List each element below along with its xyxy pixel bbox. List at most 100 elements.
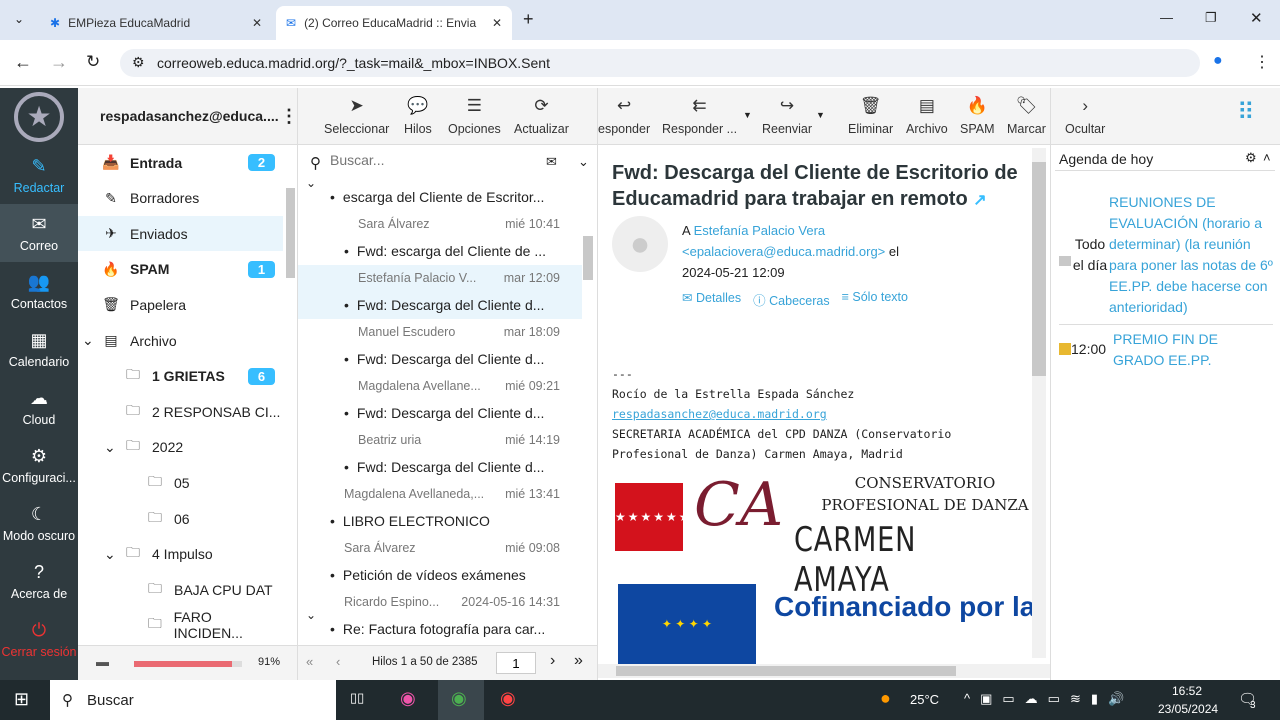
folder-item[interactable]: 🗀 06 bbox=[78, 501, 283, 536]
mark-button[interactable]: 🏷 Marcar bbox=[1007, 96, 1046, 136]
clock-date[interactable]: 23/05/2024 bbox=[1158, 702, 1218, 716]
nav-settings[interactable]: ⚙ Configuraci... bbox=[0, 436, 78, 494]
app-icon[interactable]: ◉ bbox=[400, 688, 416, 709]
folder-item[interactable]: 🗀 2 RESPONSAB CI... bbox=[78, 394, 283, 429]
tray-icons[interactable]: ^▣▭☁▭≋▮🔊 bbox=[964, 691, 1134, 707]
envelope-filter-icon[interactable]: ✉ bbox=[546, 154, 557, 170]
options-button[interactable]: ☰ Opciones bbox=[448, 96, 501, 136]
reply-all-button[interactable]: ⇇ Responder ... bbox=[662, 96, 737, 136]
delete-button[interactable]: 🗑 Eliminar bbox=[848, 96, 893, 136]
refresh-button[interactable]: ⟳ Actualizar bbox=[514, 96, 569, 136]
folder-item[interactable]: ⌄ 🗀 4 Impulso bbox=[78, 537, 283, 572]
account-menu-icon[interactable]: ⋮ bbox=[280, 106, 298, 127]
chevron-down-icon[interactable]: ⌄ bbox=[104, 439, 116, 456]
folder-item[interactable]: 🗀 FARO INCIDEN... bbox=[78, 608, 283, 643]
scrollbar[interactable] bbox=[286, 188, 295, 278]
close-icon[interactable]: ✕ bbox=[492, 16, 502, 30]
agenda-event[interactable]: Todo el día REUNIONES DE EVALUACIÓN (hor… bbox=[1059, 192, 1273, 325]
event-title[interactable]: PREMIO FIN DE GRADO EE.PP. bbox=[1113, 329, 1273, 371]
chevron-down-icon[interactable]: ⌄ bbox=[578, 154, 589, 170]
archive-button[interactable]: ▤ Archivo bbox=[906, 96, 948, 136]
agenda-event[interactable]: 12:00 PREMIO FIN DE GRADO EE.PP. bbox=[1059, 329, 1273, 371]
scrollbar[interactable] bbox=[583, 236, 593, 280]
nav-mail[interactable]: ✉ Correo bbox=[0, 204, 78, 262]
chrome-icon[interactable]: ◉ bbox=[451, 688, 467, 709]
chevron-down-icon[interactable]: ⌄ bbox=[82, 332, 94, 349]
headers-link[interactable]: ⓘ Cabeceras bbox=[753, 290, 829, 309]
message-row[interactable]: escarga del Cliente de Escritor... bbox=[298, 176, 582, 211]
message-row[interactable]: Sara Álvarez mié 10:41 Fwd: escarga del Cl… bbox=[298, 211, 582, 265]
forward-button[interactable]: ↪ Reenviar bbox=[762, 96, 812, 136]
tab-search-icon[interactable]: ⌄ bbox=[14, 12, 24, 26]
folder-item[interactable]: 🗀 BAJA CPU DAT bbox=[78, 572, 283, 607]
profile-icon[interactable]: ● bbox=[1213, 52, 1223, 70]
message-row[interactable]: Sara Álvarez mié 09:08 Petición de vídeos … bbox=[298, 535, 582, 589]
forward-button[interactable]: → bbox=[50, 52, 68, 73]
taskbar-search[interactable]: ⚲ Buscar bbox=[50, 680, 336, 720]
minimize-button[interactable]: — bbox=[1160, 10, 1173, 25]
open-new-window-icon[interactable]: ↗ bbox=[973, 192, 986, 209]
thread-collapse-icon[interactable]: ⌄ bbox=[306, 608, 316, 622]
details-link[interactable]: ✉ Detalles bbox=[682, 290, 741, 309]
chevron-down-icon[interactable]: ⌄ bbox=[104, 546, 116, 563]
message-row[interactable]: Beatriz uria mié 14:19 Fwd: Descarga del C… bbox=[298, 427, 582, 481]
nav-logout[interactable]: ⏻ Cerrar sesión bbox=[0, 610, 78, 668]
page-input[interactable] bbox=[496, 652, 536, 674]
folder-item[interactable]: 🗀 1 GRIETAS 6 bbox=[78, 359, 283, 394]
vertical-scrollbar[interactable] bbox=[1032, 148, 1046, 658]
horizontal-scrollbar[interactable] bbox=[598, 664, 1050, 678]
reload-button[interactable]: ↻ bbox=[86, 52, 100, 72]
url-field[interactable]: ⚙ correoweb.educa.madrid.org/?_task=mail&… bbox=[120, 49, 1200, 77]
event-title[interactable]: REUNIONES DE EVALUACIÓN (horario a deter… bbox=[1109, 192, 1273, 318]
nav-contacts[interactable]: 👥 Contactos bbox=[0, 262, 78, 320]
apps-grid-icon[interactable]: ⠿ bbox=[1237, 98, 1255, 127]
new-tab-button[interactable]: + bbox=[523, 9, 534, 30]
message-row[interactable]: Magdalena Avellaneda,... mié 13:41 LIBRO E… bbox=[298, 481, 582, 535]
spam-button[interactable]: 🔥 SPAM bbox=[960, 96, 995, 136]
folder-item[interactable]: 📥 Entrada 2 bbox=[78, 145, 283, 180]
dropdown-caret-icon[interactable]: ▼ bbox=[816, 110, 825, 120]
chevron-up-icon[interactable]: ˄ bbox=[1263, 150, 1271, 165]
folder-item[interactable]: 🗑 Papelera bbox=[78, 287, 283, 322]
folder-item[interactable]: ⌄ ▤ Archivo bbox=[78, 323, 283, 358]
first-page-button[interactable]: « bbox=[306, 654, 313, 669]
gear-icon[interactable]: ⚙ bbox=[1245, 150, 1257, 166]
nav-dark-mode[interactable]: ☾ Modo oscuro bbox=[0, 494, 78, 552]
next-page-button[interactable]: › bbox=[550, 652, 555, 670]
last-page-button[interactable]: » bbox=[574, 652, 583, 670]
tab-empieza[interactable]: ✱ EMPieza EducaMadrid ✕ bbox=[40, 6, 272, 40]
message-row[interactable]: Manuel Escudero mar 18:09 Fwd: Descarga de… bbox=[298, 319, 582, 373]
thread-collapse-icon[interactable]: ⌄ bbox=[306, 176, 316, 190]
dropdown-caret-icon[interactable]: ▼ bbox=[743, 110, 752, 120]
clock-time[interactable]: 16:52 bbox=[1172, 684, 1202, 698]
email-link[interactable]: respadasanchez@educa.madrid.org bbox=[612, 404, 951, 424]
threads-button[interactable]: 💬 Hilos bbox=[404, 96, 432, 136]
window-close-button[interactable]: ✕ bbox=[1250, 9, 1263, 27]
maximize-button[interactable]: ❐ bbox=[1205, 10, 1217, 26]
select-button[interactable]: ➤ Seleccionar bbox=[324, 96, 389, 136]
windows-start-icon[interactable]: ⊞ bbox=[14, 689, 29, 710]
folder-item[interactable]: ⌄ 🗀 2022 bbox=[78, 430, 283, 465]
recipient-name[interactable]: Estefanía Palacio Vera bbox=[694, 223, 826, 238]
folder-item[interactable]: ✈ Enviados bbox=[78, 216, 283, 252]
reply-button[interactable]: ↩ esponder bbox=[598, 96, 650, 136]
message-row[interactable]: Magdalena Avellane... mié 09:21 Fwd: Desca… bbox=[298, 373, 582, 427]
prev-page-button[interactable]: ‹ bbox=[336, 654, 340, 669]
menu-icon[interactable]: ⋮ bbox=[1254, 52, 1270, 72]
message-row[interactable]: Estefanía Palacio V... mar 12:09 Fwd: Desc… bbox=[298, 265, 582, 319]
weather-icon[interactable]: ● bbox=[880, 688, 891, 709]
tab-correo[interactable]: ✉ (2) Correo EducaMadrid :: Envia ✕ bbox=[276, 6, 512, 40]
folder-item[interactable]: 🔥 SPAM 1 bbox=[78, 252, 283, 287]
folder-item[interactable]: 🗀 05 bbox=[78, 465, 283, 500]
nav-compose[interactable]: ✎ Redactar bbox=[0, 146, 78, 204]
site-info-icon[interactable]: ⚙ bbox=[132, 54, 145, 71]
hide-button[interactable]: › Ocultar bbox=[1065, 96, 1105, 136]
nav-calendar[interactable]: ▦ Calendario bbox=[0, 320, 78, 378]
nav-about[interactable]: ? Acerca de bbox=[0, 552, 78, 610]
plain-text-link[interactable]: ≡ Sólo texto bbox=[842, 290, 908, 309]
task-view-icon[interactable]: ▯▯ bbox=[350, 690, 364, 706]
close-icon[interactable]: ✕ bbox=[252, 16, 262, 30]
nav-cloud[interactable]: ☁ Cloud bbox=[0, 378, 78, 436]
message-row[interactable]: Ricardo Espino... 2024-05-16 14:31 Re: Fac… bbox=[298, 589, 582, 640]
search-input[interactable] bbox=[330, 152, 540, 168]
